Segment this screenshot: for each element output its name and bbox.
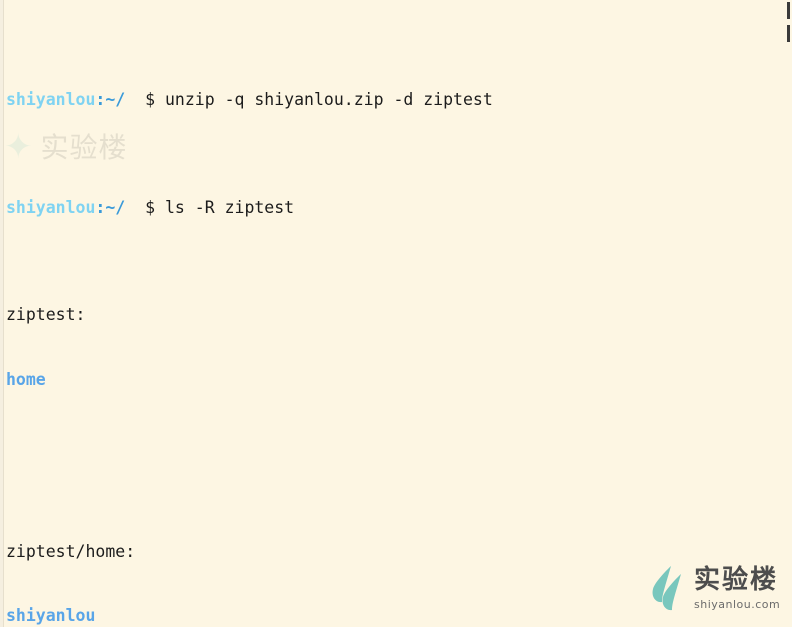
command-line-unzip: shiyanlou:~/ $ unzip -q shiyanlou.zip -d… [6,89,792,111]
command-line-ls: shiyanlou:~/ $ ls -R ziptest [6,197,792,219]
prompt-user: shiyanlou [6,197,96,217]
prompt-spacer [125,90,145,109]
dir-listing-ziptest: home [6,369,792,391]
command-text-unzip: unzip -q shiyanlou.zip -d ziptest [164,90,493,109]
dir-header-ziptest: ziptest: [6,304,792,326]
terminal-screen[interactable]: shiyanlou:~/ $ unzip -q shiyanlou.zip -d… [6,3,792,627]
terminal-left-gutter [0,0,4,627]
prompt-path: :~/ [95,197,126,217]
prompt-path: :~/ [95,90,126,109]
command-text-ls: ls -R ziptest [164,197,295,217]
prompt-sigil: $ [145,197,165,217]
prompt-sigil: $ [145,90,165,109]
dir-header-text: ziptest: [6,305,86,324]
prompt-user: shiyanlou [6,90,96,109]
dir-entry-shiyanlou[interactable]: shiyanlou [6,606,95,625]
dir-entry-home[interactable]: home [6,370,46,389]
dir-header-home: ziptest/home: [6,541,792,563]
dir-listing-home: shiyanlou [6,605,792,627]
terminal-window[interactable]: ✦ 实验楼 shiyanlou:~/ $ unzip -q shiyanlou.… [0,0,792,627]
prompt-spacer [125,198,145,217]
dir-header-text: ziptest/home: [6,541,136,561]
